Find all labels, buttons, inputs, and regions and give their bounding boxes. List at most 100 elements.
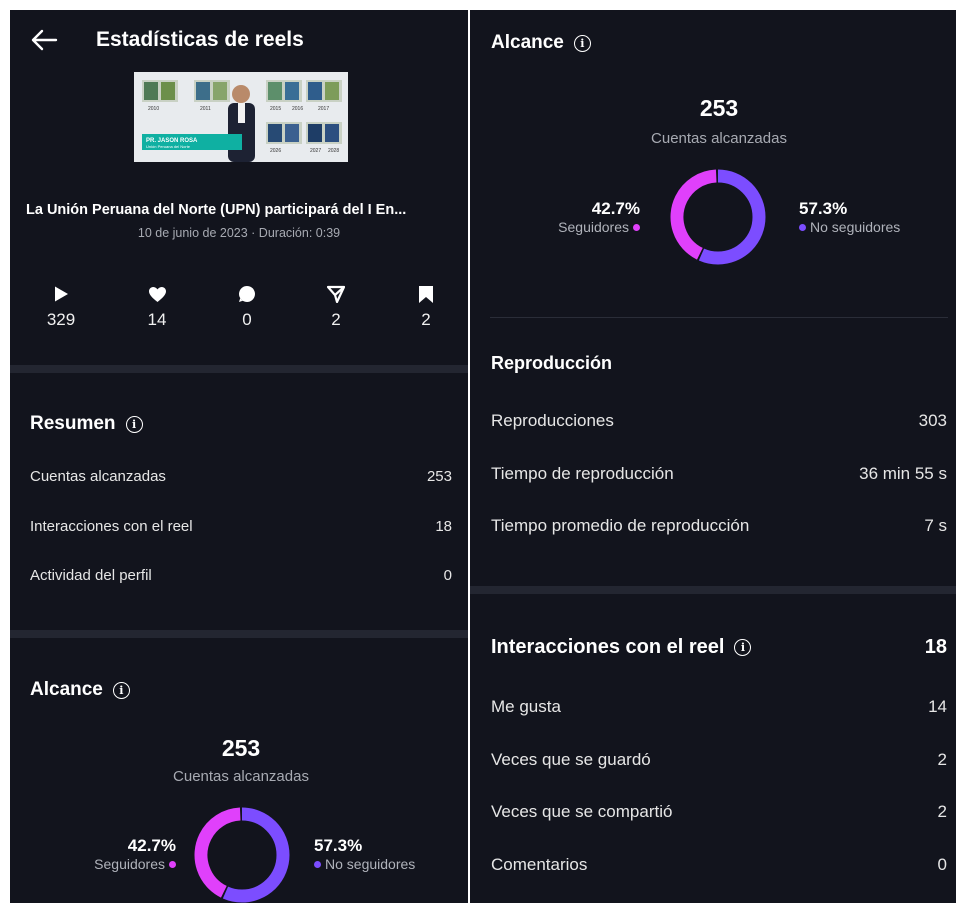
reach-donut-chart [670, 169, 766, 270]
stat-value: 0 [242, 310, 252, 329]
followers-legend: 42.7% Seguidores [558, 199, 640, 235]
row-value: 0 [443, 567, 452, 584]
stat-saves: 2 [396, 282, 456, 330]
interactions-row[interactable]: Me gusta 14 [491, 697, 947, 717]
reach-donut-chart [194, 807, 290, 903]
row-value: 7 s [924, 516, 947, 535]
thumbnail-year: 2017 [318, 106, 329, 112]
reel-thumbnail[interactable]: 2010 2011 2015 2016 2017 2026 2027 2028 … [134, 72, 348, 162]
reach-total-label: Cuentas alcanzadas [173, 768, 309, 785]
interactions-title: Interacciones con el reel [491, 636, 725, 658]
reel-title: La Unión Peruana del Norte (UPN) partici… [26, 202, 407, 218]
info-icon[interactable]: i [125, 415, 143, 433]
reach-total-label: Cuentas alcanzadas [651, 130, 787, 147]
non-followers-pct: 57.3% [314, 836, 363, 855]
non-followers-legend: 57.3% No seguidores [314, 836, 415, 872]
reel-meta: 10 de junio de 2023 · Duración: 0:39 [137, 226, 341, 240]
playback-title: Reproducción [491, 353, 613, 373]
interactions-row[interactable]: Veces que se guardó 2 [491, 750, 947, 770]
non-followers-legend: 57.3% No seguidores [799, 199, 900, 235]
thumbnail-year: 2028 [328, 148, 339, 154]
section-divider [470, 586, 956, 594]
thumbnail-year: 2016 [292, 106, 303, 112]
stat-value: 14 [147, 310, 167, 329]
followers-dot [169, 860, 176, 868]
reach-title: Alcance [30, 679, 103, 700]
non-followers-pct: 57.3% [799, 199, 848, 218]
back-arrow-icon[interactable] [28, 24, 60, 56]
section-divider [490, 317, 948, 318]
playback-heading: Reproducción [491, 353, 612, 374]
reach-heading: Alcance i [491, 32, 591, 54]
followers-label: Seguidores [94, 856, 165, 872]
row-label: Actividad del perfil [30, 567, 152, 584]
section-divider [10, 630, 468, 638]
summary-row[interactable]: Interacciones con el reel 18 [30, 518, 452, 535]
reach-title: Alcance [491, 32, 564, 53]
info-icon[interactable]: i [573, 34, 591, 52]
playback-row[interactable]: Reproducciones 303 [491, 411, 947, 431]
followers-label: Seguidores [558, 219, 629, 235]
left-screen: Estadísticas de reels 2010 2011 2015 201… [10, 10, 468, 903]
non-followers-dot [799, 223, 806, 231]
followers-legend: 42.7% Seguidores [94, 836, 176, 872]
page-title: Estadísticas de reels [96, 28, 304, 51]
reach-heading: Alcance i [30, 679, 130, 701]
thumbnail-year: 2011 [200, 106, 211, 112]
reach-total: 253 [699, 95, 739, 121]
row-label: Interacciones con el reel [30, 518, 193, 535]
row-value: 36 min 55 s [859, 464, 947, 483]
summary-heading: Resumen i [30, 413, 143, 435]
followers-pct: 42.7% [591, 199, 640, 218]
info-icon[interactable]: i [112, 681, 130, 699]
thumbnail-year: 2027 [310, 148, 321, 154]
bookmark-icon [419, 285, 433, 303]
stat-likes: 14 [127, 282, 187, 330]
row-value: 303 [918, 411, 947, 430]
non-followers-label: No seguidores [325, 856, 416, 872]
thumbnail-caption: Unión Peruana del Norte [146, 144, 191, 149]
row-label: Me gusta [491, 697, 561, 716]
row-label: Veces que se guardó [491, 750, 651, 769]
followers-pct: 42.7% [127, 836, 176, 855]
interactions-row[interactable]: Veces que se compartió 2 [491, 802, 947, 822]
row-value: 2 [937, 802, 947, 821]
playback-row[interactable]: Tiempo promedio de reproducción 7 s [491, 516, 947, 536]
summary-row[interactable]: Actividad del perfil 0 [30, 567, 452, 584]
thumbnail-year: 2010 [148, 106, 159, 112]
playback-row[interactable]: Tiempo de reproducción 36 min 55 s [491, 464, 947, 484]
stat-comments: 0 [217, 282, 277, 330]
info-icon[interactable]: i [734, 639, 752, 656]
row-value: 14 [928, 697, 947, 716]
row-value: 18 [435, 518, 452, 535]
non-followers-label: No seguidores [810, 219, 901, 235]
stat-value: 2 [421, 310, 431, 329]
summary-row[interactable]: Cuentas alcanzadas 253 [30, 468, 452, 485]
summary-title: Resumen [30, 413, 116, 434]
donut-svg [670, 169, 766, 265]
followers-segment [194, 807, 290, 903]
row-value: 2 [937, 750, 947, 769]
non-followers-dot [314, 860, 321, 868]
right-screen: Alcance i 253 Cuentas alcanzadas 42.7% S… [470, 10, 956, 903]
section-divider [10, 365, 468, 373]
stat-shares: 2 [306, 282, 366, 330]
heart-icon [148, 286, 166, 302]
row-value: 0 [937, 855, 947, 874]
followers-segment [670, 169, 766, 265]
followers-dot [633, 223, 640, 231]
share-icon [327, 285, 345, 303]
play-icon [55, 286, 68, 302]
stat-plays: 329 [31, 282, 91, 330]
row-label: Veces que se compartió [491, 802, 673, 821]
stat-value: 2 [331, 310, 341, 329]
row-label: Tiempo promedio de reproducción [491, 516, 750, 535]
thumbnail-image: 2010 2011 2015 2016 2017 2026 2027 2028 … [134, 72, 348, 162]
row-label: Cuentas alcanzadas [30, 468, 166, 485]
row-label: Tiempo de reproducción [491, 464, 674, 483]
interactions-row[interactable]: Comentarios 0 [491, 855, 947, 875]
thumbnail-year: 2026 [270, 148, 281, 154]
row-value: 253 [426, 468, 452, 485]
interactions-total: 18 [924, 636, 947, 658]
row-label: Reproducciones [491, 411, 614, 430]
